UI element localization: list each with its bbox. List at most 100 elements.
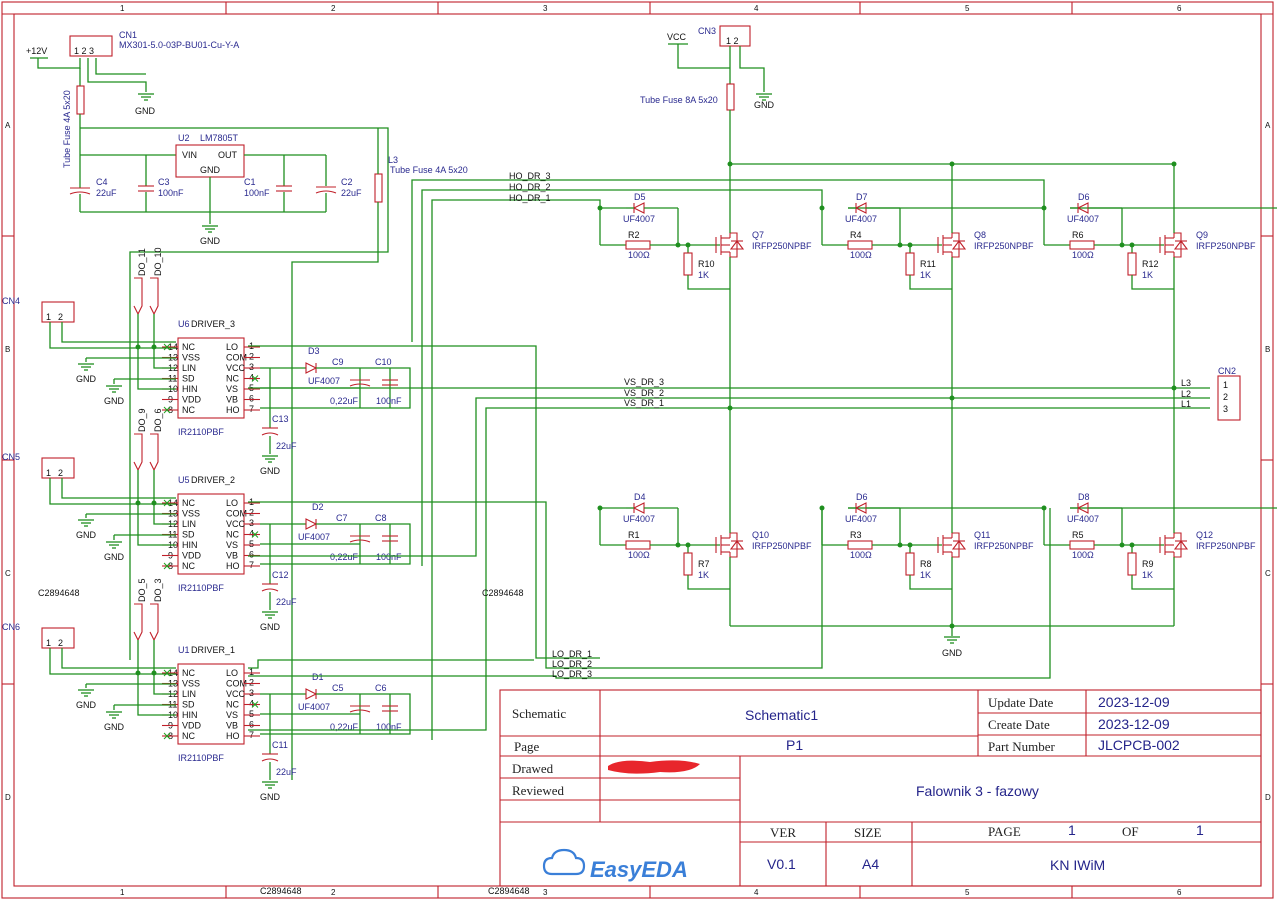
driver-pin-left-label: NC bbox=[182, 342, 195, 352]
pulldown-resistor[interactable] bbox=[905, 552, 915, 576]
gate-diode[interactable] bbox=[1070, 202, 1122, 214]
driver-pin-right-num: 6 bbox=[249, 394, 254, 404]
digital-output-connector[interactable] bbox=[149, 277, 159, 316]
net-c2894648-d: C2894648 bbox=[488, 886, 530, 896]
gate-resistor[interactable] bbox=[847, 540, 873, 550]
connector-pin-1: 1 bbox=[46, 638, 51, 648]
driver-pin-right-label: NC bbox=[226, 374, 239, 384]
mosfet-part: IRFP250NPBF bbox=[752, 241, 812, 251]
bootstrap-diode[interactable] bbox=[305, 688, 318, 700]
gate-resistor-ref: R5 bbox=[1072, 530, 1084, 540]
high-side-stage-3: D6 UF4007 R6 100Ω R121K Q9IRFP250NPBF bbox=[1041, 161, 1277, 408]
gate-resistor[interactable] bbox=[1069, 240, 1095, 250]
gate-resistor[interactable] bbox=[625, 240, 651, 250]
gnd-symbol bbox=[106, 541, 122, 549]
mosfet[interactable] bbox=[1159, 532, 1189, 558]
gate-resistor-ref: R2 bbox=[628, 230, 640, 240]
gnd-symbol bbox=[262, 455, 278, 463]
digital-output-connector[interactable] bbox=[133, 603, 143, 642]
driver-pin-right-num: 6 bbox=[249, 550, 254, 560]
cn2-output-connector[interactable]: CN2 1 2 3 L3 L2 L1 bbox=[1181, 366, 1241, 421]
pulldown-resistor[interactable] bbox=[905, 252, 915, 276]
gate-diode[interactable] bbox=[626, 202, 678, 214]
frame-col-5-bottom: 5 bbox=[965, 888, 970, 897]
digital-output-connector[interactable] bbox=[149, 433, 159, 472]
fuse-l3[interactable] bbox=[374, 173, 383, 203]
svg-text:1 2 3: 1 2 3 bbox=[74, 46, 94, 56]
mosfet[interactable] bbox=[937, 532, 967, 558]
gate-resistor[interactable] bbox=[847, 240, 873, 250]
gnd-label: GND bbox=[942, 648, 963, 658]
c2-capacitor[interactable] bbox=[315, 186, 337, 194]
c3-capacitor[interactable] bbox=[138, 185, 154, 192]
mosfet[interactable] bbox=[937, 232, 967, 258]
driver-pin-right-label: LO bbox=[226, 498, 238, 508]
cn1-ref: CN1 bbox=[119, 30, 137, 40]
cn2-ref: CN2 bbox=[1218, 366, 1236, 376]
mosfet[interactable] bbox=[1159, 232, 1189, 258]
mosfet[interactable] bbox=[715, 232, 745, 258]
bootstrap-diode-ref: D2 bbox=[312, 502, 324, 512]
filter-cap-value: 100nF bbox=[376, 552, 402, 562]
gnd-symbol bbox=[78, 689, 94, 697]
gate-diode[interactable] bbox=[1070, 502, 1122, 514]
do-label-a: DO_11 bbox=[137, 248, 147, 276]
driver-pin-left-label: NC bbox=[182, 731, 195, 741]
fuse-main-label: Tube Fuse 8A 5x20 bbox=[640, 95, 718, 105]
gnd-symbol bbox=[262, 611, 278, 619]
tb-company: KN IWiM bbox=[1050, 857, 1105, 873]
frame-row-d-right: D bbox=[1265, 793, 1271, 802]
mosfet-ref: Q11 bbox=[974, 530, 990, 540]
frame-col-5: 5 bbox=[965, 4, 970, 13]
c1-capacitor[interactable] bbox=[276, 185, 292, 192]
fuse-l3-label: Tube Fuse 4A 5x20 bbox=[390, 165, 468, 175]
driver-pin-right-label: VS bbox=[226, 384, 238, 394]
low-side-stage-1: D4 UF4007 R1 100Ω R71K Q10IRFP250NPBF bbox=[597, 408, 812, 626]
pulldown-resistor[interactable] bbox=[683, 552, 693, 576]
gate-diode[interactable] bbox=[848, 202, 900, 214]
driver-pin-right-label: NC bbox=[226, 530, 239, 540]
pulldown-resistor[interactable] bbox=[683, 252, 693, 276]
driver-part: IR2110PBF bbox=[178, 753, 224, 763]
driver-pin-left-label: NC bbox=[182, 668, 195, 678]
mosfet[interactable] bbox=[715, 532, 745, 558]
fuse-12v[interactable] bbox=[76, 85, 85, 115]
gnd-label: GND bbox=[260, 792, 281, 802]
pulldown-resistor[interactable] bbox=[1127, 252, 1137, 276]
digital-output-connector[interactable] bbox=[133, 433, 143, 472]
mosfet-bridge: D5UF4007R2100ΩR101KQ7IRFP250NPBFD7UF4007… bbox=[597, 161, 1277, 629]
gate-diode[interactable] bbox=[848, 502, 900, 514]
gate-diode[interactable] bbox=[626, 502, 678, 514]
bootstrap-diode[interactable] bbox=[305, 518, 318, 530]
bootstrap-cap-ref: C7 bbox=[336, 513, 348, 523]
frame-row-b-right: B bbox=[1265, 345, 1270, 354]
tb-page-value: P1 bbox=[786, 737, 803, 753]
driver-pin-right-label: VCC bbox=[226, 363, 246, 373]
digital-output-connector[interactable] bbox=[149, 603, 159, 642]
gate-diode-part: UF4007 bbox=[623, 514, 655, 524]
driver-name: DRIVER_3 bbox=[191, 319, 235, 329]
gate-diode-part: UF4007 bbox=[1067, 514, 1099, 524]
net-c2894648-b: C2894648 bbox=[482, 588, 524, 598]
tb-page-num: 1 bbox=[1068, 822, 1076, 838]
net-vs1: VS_DR_1 bbox=[624, 398, 664, 408]
frame-col-3-bottom: 3 bbox=[543, 888, 548, 897]
net-vs2: VS_DR_2 bbox=[624, 388, 664, 398]
mosfet-part: IRFP250NPBF bbox=[752, 541, 812, 551]
gate-resistor[interactable] bbox=[625, 540, 651, 550]
do-label-b: DO_3 bbox=[153, 578, 163, 602]
driver-pin-right-num: 3 bbox=[249, 688, 254, 698]
tb-of-label: OF bbox=[1122, 824, 1139, 839]
pulldown-resistor[interactable] bbox=[1127, 552, 1137, 576]
c4-capacitor[interactable] bbox=[69, 187, 91, 195]
gate-resistor[interactable] bbox=[1069, 540, 1095, 550]
bootstrap-diode-part: UF4007 bbox=[298, 702, 330, 712]
svg-text:1 2: 1 2 bbox=[726, 36, 739, 46]
bootstrap-diode[interactable] bbox=[305, 362, 318, 374]
gnd-symbol bbox=[262, 781, 278, 789]
digital-output-connector[interactable] bbox=[133, 277, 143, 316]
frame-col-1: 1 bbox=[120, 4, 125, 13]
fuse-main[interactable] bbox=[726, 83, 735, 111]
net-lo1: LO_DR_1 bbox=[552, 649, 592, 659]
driver-pin-left-label: NC bbox=[182, 561, 195, 571]
